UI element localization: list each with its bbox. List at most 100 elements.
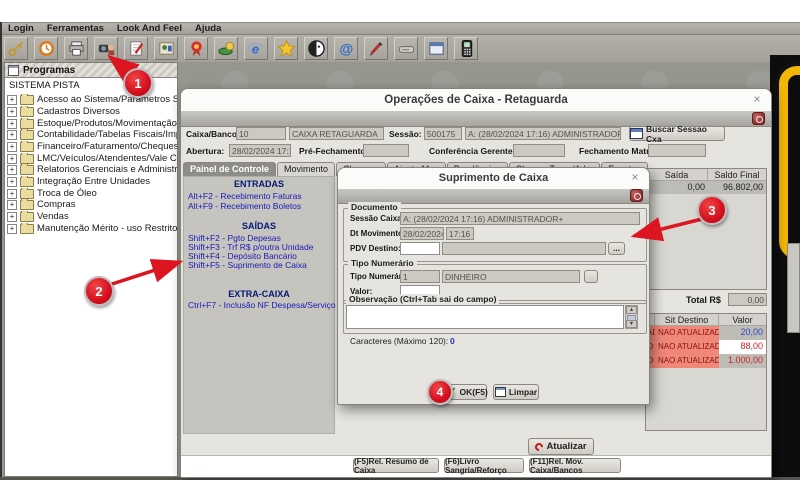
tab-painel-de-controle[interactable]: Painel de Controle (183, 162, 276, 176)
observacao-scrollbar[interactable]: ▲ ▼ (625, 305, 638, 329)
menu-item-look-and-feel[interactable]: Look And Feel (117, 23, 182, 34)
tree-item-acesso[interactable]: Acesso ao Sistema/Parâmetros Sistema (7, 94, 177, 105)
tipo-numerario-name-field[interactable]: DINHEIRO (442, 270, 580, 283)
sessao-code-field[interactable]: 500175 (424, 127, 462, 140)
saldo-col-saida[interactable]: Saída (646, 169, 708, 181)
menu-item-ajuda[interactable]: Ajuda (195, 23, 221, 34)
tab-movimento[interactable]: Movimento (277, 162, 335, 176)
expand-icon[interactable] (7, 212, 17, 222)
expand-icon[interactable] (7, 154, 17, 164)
ok-button[interactable]: ✔ OK(F5) (449, 384, 487, 400)
conferencia-field[interactable] (513, 144, 565, 157)
suprimento-titlebar[interactable]: Suprimento de Caixa (338, 168, 649, 190)
caracteres-label: Caracteres (Máximo 120): (350, 336, 448, 346)
livro-sangria-reforco-button[interactable]: (F6)Livro Sangria/Reforço (444, 458, 524, 473)
row3-sit-destino[interactable]: NAO ATUALIZADO (655, 354, 719, 368)
pdv-destino-name-field[interactable] (442, 242, 606, 255)
tree-item-integracao[interactable]: Integração Entre Unidades (7, 176, 177, 187)
tree-item-contabilidade[interactable]: Contabilidade/Tabelas Fiscais/Impostos (7, 129, 177, 140)
rel-resumo-caixa-button[interactable]: (F5)Rel. Resumo de Caixa (353, 458, 439, 473)
user-face-icon[interactable] (304, 37, 328, 60)
history-clock-icon[interactable] (34, 37, 58, 60)
tree-item-manutencao[interactable]: Manutenção Mérito - uso Restrito (7, 223, 177, 234)
tree-item-compras[interactable]: Compras (7, 199, 177, 210)
close-icon[interactable]: × (628, 171, 642, 185)
row2-sit-destino[interactable]: NAO ATUALIZADO (655, 340, 719, 354)
menu-item-login[interactable]: Login (8, 23, 34, 34)
pre-fechamento-field[interactable] (363, 144, 409, 157)
tree-item-lmc[interactable]: LMC/Veículos/Atendentes/Vale Combust. (7, 153, 177, 164)
cashier-camera-icon[interactable] (94, 37, 118, 60)
limpar-button[interactable]: Limpar (493, 384, 539, 400)
row3-valor[interactable]: 1.000,00 (719, 354, 766, 368)
operacoes-titlebar[interactable]: Operações de Caixa - Retaguarda (181, 89, 771, 112)
favorites-star-icon[interactable] (274, 37, 298, 60)
pdv-lookup-button[interactable]: ... (608, 242, 625, 255)
tree-root-sistema-pista[interactable]: SISTEMA PISTA (9, 80, 80, 91)
tree-item-estoque[interactable]: Estoque/Produtos/Movimentação (7, 118, 177, 129)
expand-icon[interactable] (7, 224, 17, 234)
tree-item-vendas[interactable]: Vendas (7, 211, 177, 222)
expand-icon[interactable] (7, 142, 17, 152)
expand-icon[interactable] (7, 177, 17, 187)
menu-item-ferramentas[interactable]: Ferramentas (47, 23, 104, 34)
saldo-col-saldo-final[interactable]: Saldo Final (708, 169, 766, 181)
browser-globe-icon[interactable]: e (244, 37, 268, 60)
dt-movimento-date-field[interactable]: 28/02/2024 (400, 227, 444, 240)
email-at-icon[interactable]: @ (334, 37, 358, 60)
expand-icon[interactable] (7, 200, 17, 210)
shortcut-recebimento-boletos[interactable]: Alt+F9 - Recebimento Boletos (188, 201, 301, 211)
photo-icon[interactable] (154, 37, 178, 60)
tree-item-financeiro[interactable]: Financeiro/Faturamento/Cheques (7, 141, 177, 152)
shortcut-suprimento-de-caixa[interactable]: Shift+F5 - Suprimento de Caixa (188, 260, 307, 270)
money-icon[interactable] (214, 37, 238, 60)
rel-mov-caixa-bancos-button[interactable]: (F11)Rel. Mov. Caixa/Bancos (529, 458, 621, 473)
signature-pen-icon[interactable] (364, 37, 388, 60)
row1-valor[interactable]: 20,00 (719, 326, 766, 340)
device-tray-icon[interactable] (394, 37, 418, 60)
close-icon[interactable]: × (750, 93, 764, 107)
exit-icon[interactable] (752, 112, 765, 125)
folder-icon (20, 224, 34, 234)
atualizar-button[interactable]: Atualizar (528, 438, 594, 455)
observacao-textarea[interactable] (346, 305, 624, 329)
buscar-sessao-button[interactable]: Buscar Sessao Cxa (629, 126, 725, 141)
tipo-lookup-button[interactable] (584, 270, 598, 283)
caixa-banco-code-field[interactable]: 10 (236, 127, 286, 140)
rosette-badge-icon[interactable] (184, 37, 208, 60)
pos-terminal-icon[interactable] (454, 37, 478, 60)
scroll-up-icon[interactable]: ▲ (626, 306, 637, 314)
fechamento-matriz-field[interactable] (648, 144, 706, 157)
scroll-down-icon[interactable]: ▼ (626, 320, 637, 328)
caixa-banco-label: Caixa/Banco: (186, 129, 240, 139)
row1-sit-destino[interactable]: NAO ATUALIZADO (655, 326, 719, 340)
extra-caixa-header: EXTRA-CAIXA (184, 289, 334, 299)
sessao-caixa-field[interactable]: A: (28/02/2024 17:16) ADMINISTRADOR+ (400, 212, 640, 225)
tree-item-cadastros[interactable]: Cadastros Diversos (7, 106, 177, 117)
expand-icon[interactable] (7, 165, 17, 175)
shortcut-recebimento-faturas[interactable]: Alt+F2 - Recebimento Faturas (188, 191, 302, 201)
destino-col-valor[interactable]: Valor (719, 314, 766, 326)
shortcut-inclusao-nf[interactable]: Ctrl+F7 - Inclusão NF Despesa/Serviço (188, 300, 336, 310)
expand-icon[interactable] (7, 189, 17, 199)
key-login-icon[interactable] (4, 37, 28, 60)
expand-icon[interactable] (7, 119, 17, 129)
sessao-info-field[interactable]: A: (28/02/2024 17:16) ADMINISTRADOR+ (465, 127, 621, 140)
expand-icon[interactable] (7, 95, 17, 105)
exit-icon[interactable] (630, 189, 643, 202)
tipo-numerario-code-field[interactable]: 1 (400, 270, 440, 283)
tree-item-troca-oleo[interactable]: Troca de Óleo (7, 188, 177, 199)
pdv-destino-code-field[interactable] (400, 242, 440, 255)
notepad-icon[interactable] (124, 37, 148, 60)
expand-icon[interactable] (7, 107, 17, 117)
destino-col-sit-destino[interactable]: Sit Destino (655, 314, 719, 326)
printer-icon[interactable] (64, 37, 88, 60)
abertura-field[interactable]: 28/02/2024 17:16 (229, 144, 291, 157)
tree-item-relatorios[interactable]: Relatorios Gerenciais e Administrativos (7, 164, 177, 175)
expand-icon[interactable] (7, 130, 17, 140)
pdv-destino-label: PDV Destino: (350, 244, 401, 253)
dt-movimento-time-field[interactable]: 17:16 (446, 227, 474, 240)
caixa-banco-name-field[interactable]: CAIXA RETAGUARDA (289, 127, 384, 140)
window-frame-icon[interactable] (424, 37, 448, 60)
row2-valor[interactable]: 88,00 (719, 340, 766, 354)
